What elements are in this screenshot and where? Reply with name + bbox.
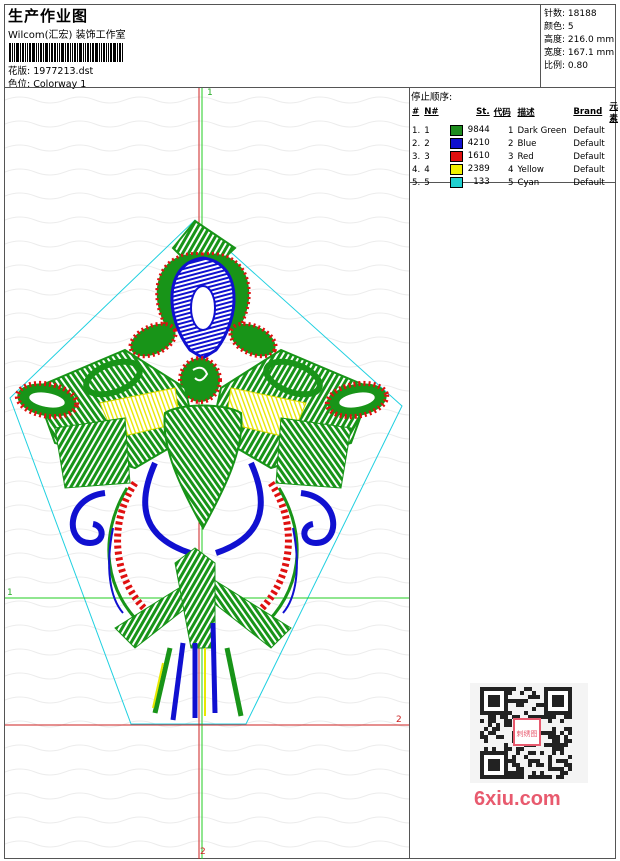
- table-row: 4. 4 2389 4 Yellow Default: [410, 163, 620, 176]
- row-index: 5.: [412, 177, 421, 188]
- color-code: 1: [507, 125, 514, 136]
- stitch-count: 133: [448, 176, 492, 189]
- color-description: Cyan: [517, 177, 540, 188]
- color-swatch: [450, 151, 464, 162]
- col-header: #: [412, 107, 420, 117]
- color-swatch: [450, 164, 464, 175]
- thread-brand: Default: [573, 138, 605, 149]
- company-name: Wilcom(汇宏) 装饰工作室: [8, 30, 126, 41]
- col-header: Brand: [573, 107, 603, 117]
- watermark-text: 6xiu.com: [474, 788, 561, 810]
- thread-brand: Default: [573, 125, 605, 136]
- row-index: 4.: [412, 164, 421, 175]
- axis-label-top: 1: [207, 88, 213, 98]
- design-scale: 比例: 0.80: [544, 61, 588, 71]
- stitch-count: 4210: [448, 137, 492, 150]
- element-cell: [607, 124, 620, 137]
- color-description: Dark Green: [517, 125, 567, 136]
- row-number: 3: [424, 151, 430, 162]
- stitch-count: 1610: [448, 150, 492, 163]
- color-description: Yellow: [517, 164, 544, 175]
- table-row: 2. 2 4210 2 Blue Default: [410, 137, 620, 150]
- color-description: Red: [517, 151, 534, 162]
- row-index: 2.: [412, 138, 421, 149]
- panel-divider: [409, 87, 410, 859]
- stitch-count: 9844: [448, 124, 492, 137]
- design-file-row: 花版: 1977213.dst: [8, 63, 93, 77]
- row-number: 4: [424, 164, 430, 175]
- design-height: 高度: 216.0 mm: [544, 35, 615, 45]
- embroidery-preview: [5, 88, 409, 859]
- axis-label-bottom: 2: [200, 847, 206, 857]
- table-row: 5. 5 133 5 Cyan Default: [410, 176, 620, 189]
- table-row: 3. 3 1610 3 Red Default: [410, 150, 620, 163]
- thread-brand: Default: [573, 151, 605, 162]
- row-number: 5: [424, 177, 430, 188]
- stats-panel: 针数: 18188 颜色: 5 高度: 216.0 mm 宽度: 167.1 m…: [540, 5, 616, 87]
- thread-brand: Default: [573, 164, 605, 175]
- design-width: 宽度: 167.1 mm: [544, 48, 615, 58]
- table-header-row: # N# St. 代码 描述 Brand 元素: [410, 100, 620, 124]
- qr-stamp: 刺绣图: [517, 729, 538, 738]
- color-swatch: [450, 177, 464, 188]
- color-description: Blue: [517, 138, 537, 149]
- row-number: 2: [424, 138, 430, 149]
- right-green-rays: [275, 417, 352, 489]
- color-swatch: [450, 125, 464, 136]
- col-header: N#: [424, 107, 439, 117]
- col-header: 代码: [493, 108, 511, 118]
- color-count: 颜色: 5: [544, 22, 574, 32]
- stop-sequence-table: # N# St. 代码 描述 Brand 元素 1. 1 9844 1 Dark Gre…: [410, 100, 620, 189]
- element-cell: [607, 150, 620, 163]
- blue-bulb-center: [190, 285, 216, 331]
- color-code: 4: [507, 164, 514, 175]
- color-code: 3: [507, 151, 514, 162]
- stitch-count: 2389: [448, 163, 492, 176]
- col-header: St.: [476, 107, 490, 117]
- row-index: 1.: [412, 125, 421, 136]
- element-cell: [607, 176, 620, 189]
- row-number: 1: [424, 125, 430, 136]
- design-canvas: 1 1 2 2: [5, 88, 409, 859]
- color-swatch: [450, 138, 464, 149]
- axis-label-right: 2: [396, 715, 402, 725]
- color-code: 2: [507, 138, 514, 149]
- element-cell: [607, 137, 620, 150]
- row-index: 3.: [412, 151, 421, 162]
- axis-label-left: 1: [7, 588, 13, 598]
- col-header: 描述: [517, 108, 535, 118]
- table-row: 1. 1 9844 1 Dark Green Default: [410, 124, 620, 137]
- col-header: 元素: [609, 102, 618, 124]
- page-title: 生产作业图: [8, 7, 89, 25]
- barcode: [9, 43, 144, 62]
- qr-code: 刺绣图: [470, 683, 588, 783]
- header-info: 生产作业图 Wilcom(汇宏) 装饰工作室 花版: 1977213.dst 色…: [5, 5, 540, 90]
- stitch-count: 针数: 18188: [544, 9, 597, 19]
- left-green-rays: [54, 417, 131, 489]
- thread-brand: Default: [573, 177, 605, 188]
- color-code: 5: [507, 177, 514, 188]
- element-cell: [607, 163, 620, 176]
